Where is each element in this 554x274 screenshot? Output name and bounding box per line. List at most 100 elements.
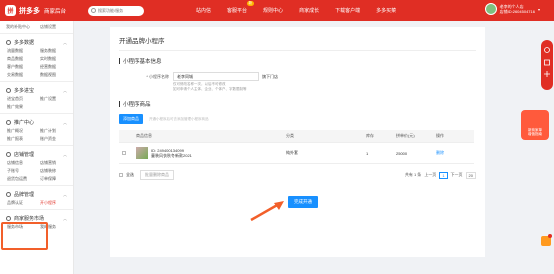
- sidebar-group-title: 商家服务市场: [14, 216, 45, 222]
- chevron-up-icon: ︿: [63, 87, 67, 93]
- sidebar-group-data: 多多数据 ︿ 流量数据 服务数据 商品数据 实时数据 客户数据 经营数据 交易数据…: [0, 34, 73, 82]
- sidebar-item[interactable]: 推广报表: [7, 136, 40, 142]
- table-header: 库存: [363, 130, 393, 143]
- sidebar-item[interactable]: 数据视图: [40, 72, 73, 78]
- sidebar-group-brand: 品牌管理 ︿ 品牌认证 开小程序: [0, 186, 73, 210]
- chevron-down-icon: ▾: [537, 6, 540, 12]
- pointer-arrow-icon: [250, 201, 284, 222]
- user-id: 店铺ID:2604504716: [499, 9, 535, 14]
- logo[interactable]: 拼 拼多多 商家后台: [5, 5, 66, 16]
- sidebar-link-shop-settings[interactable]: 店铺设置: [40, 24, 56, 30]
- sidebar-item[interactable]: 实时数据: [40, 56, 73, 62]
- sidebar-item-mini-program[interactable]: 开小程序: [40, 200, 73, 206]
- sidebar-item[interactable]: 经营数据: [40, 64, 73, 70]
- sidebar-item[interactable]: 推广效果: [7, 104, 40, 110]
- sidebar-highlight-box: [1, 222, 48, 250]
- sidebar-item[interactable]: 流量数据: [7, 48, 40, 54]
- sidebar-group-title: 多多进宝: [14, 88, 35, 94]
- main-panel: 开通品牌小程序 小程序基本信息 * 小程序名称 老李同城 旗下门店 仅可修改名称…: [110, 27, 485, 257]
- row-checkbox[interactable]: [122, 150, 126, 155]
- nav-grocery[interactable]: 多多买菜: [368, 7, 404, 14]
- sidebar-item[interactable]: 推广设置: [40, 96, 73, 102]
- sidebar-item[interactable]: 子账号: [7, 168, 40, 174]
- table-header: 拼单价(元): [393, 130, 433, 143]
- table-header: 分类: [283, 130, 363, 143]
- name-suffix: 旗下门店: [262, 74, 278, 79]
- toolbar-icons: [544, 47, 550, 77]
- sidebar-item[interactable]: 服务数据: [40, 48, 73, 54]
- sidebar-group-title: 推广中心: [14, 120, 35, 126]
- sidebar-item[interactable]: 进宝首页: [7, 96, 40, 102]
- table-header: 操作: [433, 130, 474, 143]
- search-icon: [91, 8, 97, 13]
- search-input[interactable]: [98, 8, 143, 13]
- logo-subtitle: 商家后台: [44, 8, 67, 15]
- avatar: [484, 3, 497, 15]
- sidebar-item[interactable]: 店铺信息: [7, 160, 40, 166]
- goods-table: 商品信息 分类 库存 拼单价(元) 操作 ID: 249400134099 童装…: [119, 130, 474, 164]
- nav-rules[interactable]: 规则中心: [255, 7, 291, 14]
- nav-service-platform[interactable]: 客服平台 新: [219, 1, 255, 14]
- sidebar-item[interactable]: 店铺装修: [40, 168, 73, 174]
- goods-title: 童装风衣秋冬新款2021: [151, 153, 192, 158]
- sidebar-item-brand-auth[interactable]: 品牌认证: [7, 200, 40, 206]
- sidebar-group-title: 多多数据: [14, 40, 35, 46]
- table-row: ID: 249400134099 童装风衣秋冬新款2021 纯外套 1 2500…: [119, 142, 474, 164]
- chevron-up-icon: ︿: [63, 119, 67, 125]
- sidebar-link-subsidy[interactable]: 我的补贴中心: [6, 24, 30, 30]
- chevron-up-icon: ︿: [63, 191, 67, 197]
- page-size-select[interactable]: 20: [465, 171, 476, 179]
- nav-growth[interactable]: 商家成长: [291, 7, 327, 14]
- table-header: [119, 130, 133, 143]
- market-icon: [6, 216, 11, 221]
- sidebar-item[interactable]: 账户资金: [40, 136, 73, 142]
- sidebar-item[interactable]: 推广概况: [7, 128, 40, 134]
- goods-thumbnail: [136, 147, 148, 159]
- batch-delete-button[interactable]: 批量删除商品: [140, 170, 174, 180]
- nav-inbox[interactable]: 站内信: [188, 7, 219, 14]
- promo-widget[interactable]: 新商家单 增值指南: [521, 110, 549, 140]
- chart-icon: [6, 40, 11, 45]
- chevron-up-icon: ︿: [63, 39, 67, 45]
- section-basic-title: 小程序基本信息: [119, 57, 476, 65]
- pager-prev[interactable]: 上一页: [424, 172, 436, 178]
- sidebar-item[interactable]: 退货包运费: [7, 176, 40, 182]
- sidebar-item[interactable]: 客户数据: [7, 64, 40, 70]
- sidebar-group-title: 店铺管理: [14, 152, 35, 158]
- sidebar-item[interactable]: 店铺营销: [40, 160, 73, 166]
- promo-line-2: 增值指南: [528, 132, 542, 136]
- logo-text: 拼多多: [19, 7, 40, 15]
- goods-price: 25000: [393, 142, 433, 164]
- pager-current-page[interactable]: 1: [439, 171, 448, 179]
- page-title: 开通品牌小程序: [119, 35, 476, 51]
- logo-icon: 拼: [5, 5, 16, 16]
- add-goods-hint: 开通小程序后可去添加管理小程序商品: [149, 116, 209, 121]
- top-nav: 站内信 客服平台 新 规则中心 商家成长 下载客户端 多多买菜: [188, 1, 404, 14]
- sidebar-group-promo: 多多进宝 ︿ 进宝首页 推广设置 推广效果: [0, 82, 73, 114]
- notification-dot: [548, 234, 552, 238]
- sidebar-item[interactable]: 商品数据: [7, 56, 40, 62]
- pager-next[interactable]: 下一页: [451, 172, 463, 178]
- store-icon: [6, 152, 11, 157]
- search-box[interactable]: [88, 5, 145, 16]
- coin-icon: [6, 88, 11, 93]
- pager-total: 共有 1 条: [404, 172, 422, 177]
- chevron-up-icon: ︿: [63, 215, 67, 221]
- nav-service-label: 客服平台: [227, 8, 248, 14]
- table-header: 商品信息: [133, 130, 283, 143]
- name-label: * 小程序名称: [146, 74, 169, 79]
- nav-download[interactable]: 下载客户端: [327, 7, 368, 14]
- mini-program-name-input[interactable]: 老李同城: [173, 72, 259, 81]
- delete-link[interactable]: 删除: [436, 150, 444, 155]
- floating-toolbar[interactable]: [541, 40, 553, 90]
- pagination: 共有 1 条 上一页 1 下一页 20: [404, 171, 476, 179]
- sidebar-item[interactable]: 订单保障: [40, 176, 73, 182]
- user-menu[interactable]: 老李的个人店 店铺ID:2604504716 ▾: [484, 3, 540, 15]
- add-goods-button[interactable]: 添加商品: [119, 114, 143, 124]
- select-all-label: 全选: [126, 172, 134, 177]
- select-all-checkbox[interactable]: [119, 173, 123, 177]
- sidebar-item[interactable]: 推广计划: [40, 128, 73, 134]
- top-bar: 拼 拼多多 商家后台 站内信 客服平台 新 规则中心 商家成长 下载客户端 多多买…: [0, 0, 554, 21]
- sidebar-item[interactable]: 交易数据: [7, 72, 40, 78]
- finish-open-button[interactable]: 完成开通: [288, 196, 318, 208]
